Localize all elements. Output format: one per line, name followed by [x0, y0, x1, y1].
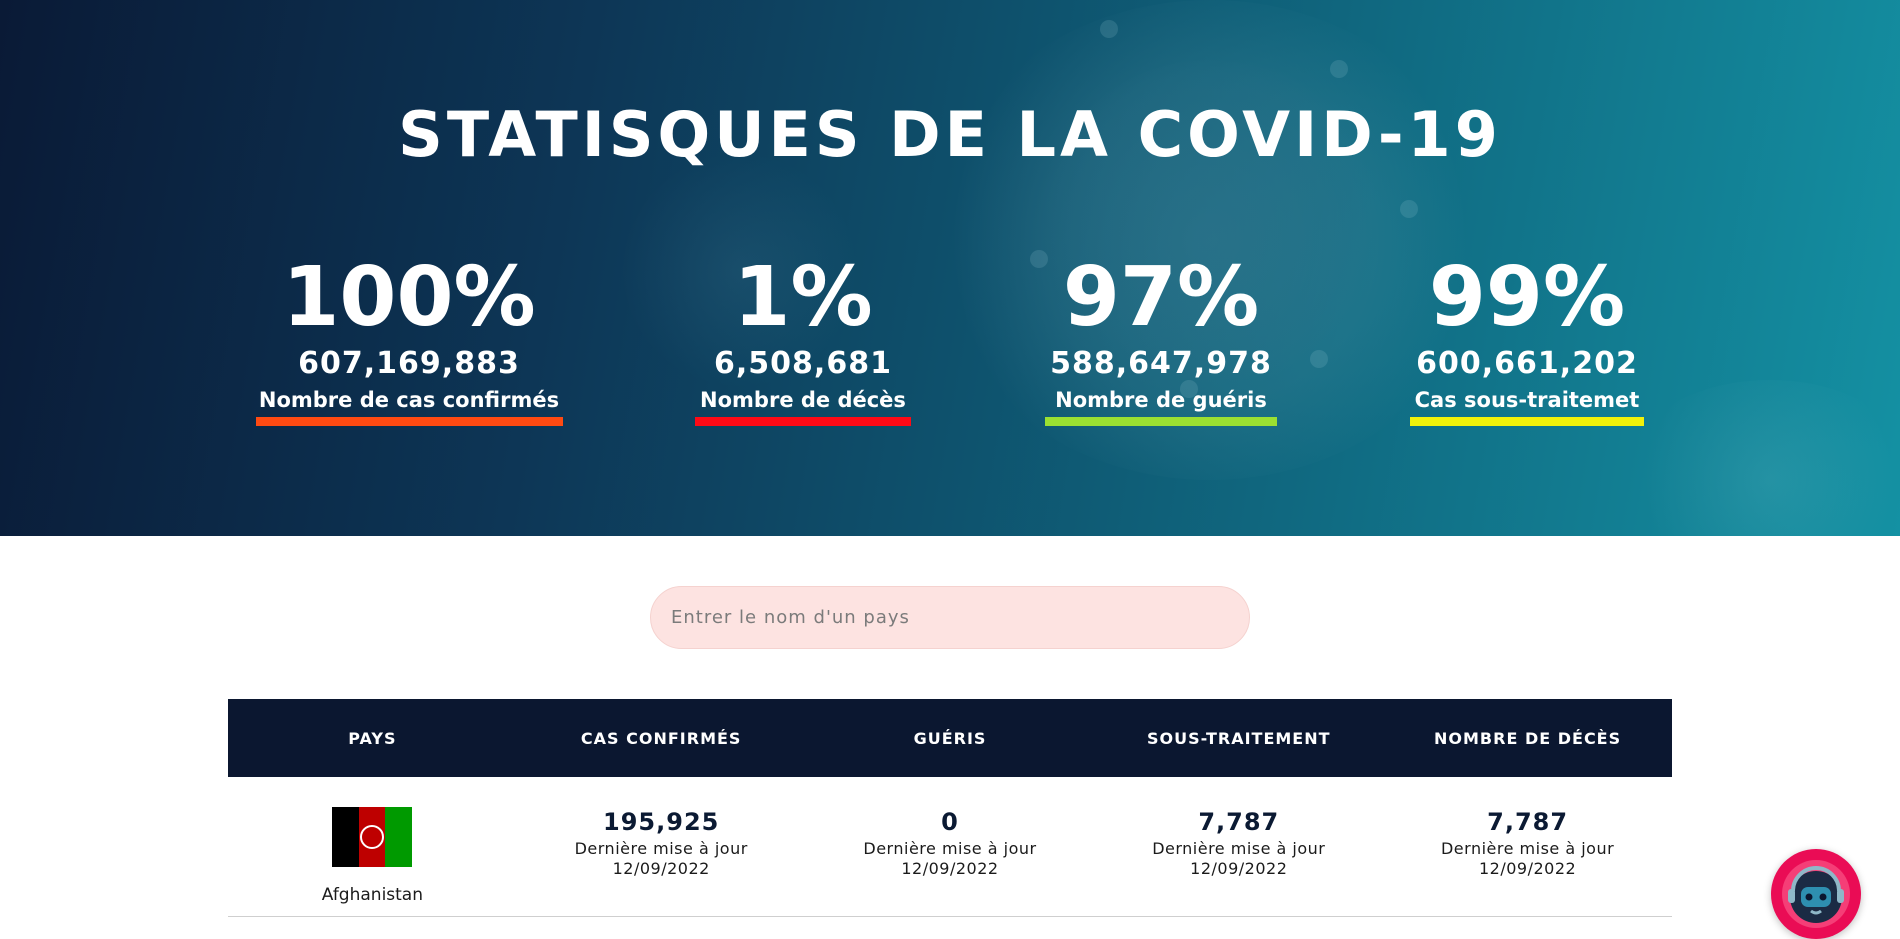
stat-confirmed-count: 607,169,883	[298, 346, 520, 381]
country-stats-table: PAYS CAS CONFIRMÉS GUÉRIS SOUS-TRAITEMEN…	[228, 699, 1672, 917]
table-cell-under-treatment: 7,787 Dernière mise à jour 12/09/2022	[1094, 777, 1383, 916]
country-name: Afghanistan	[321, 885, 423, 905]
last-update-label: Dernière mise à jour	[1152, 839, 1326, 858]
stat-under-treatment-count: 600,661,202	[1416, 346, 1638, 381]
stat-recovered-percent: 97%	[1062, 250, 1260, 345]
table-cell-recovered: 0 Dernière mise à jour 12/09/2022	[806, 777, 1095, 916]
last-update-label: Dernière mise à jour	[574, 839, 748, 858]
column-header-deaths[interactable]: NOMBRE DE DÉCÈS	[1383, 699, 1672, 777]
flag-emblem-icon	[360, 825, 384, 849]
stat-deaths-label: Nombre de décès	[700, 388, 906, 412]
stat-confirmed-percent: 100%	[282, 250, 536, 345]
stat-under-treatment-percent: 99%	[1428, 250, 1626, 345]
column-header-country[interactable]: PAYS	[228, 699, 517, 777]
stat-recovered-underline	[1045, 417, 1277, 426]
last-update-date: 12/09/2022	[1190, 859, 1288, 878]
table-row[interactable]: Afghanistan 195,925 Dernière mise à jour…	[228, 777, 1672, 917]
stat-confirmed-underline	[255, 417, 563, 426]
under-treatment-value: 7,787	[1198, 808, 1280, 836]
table-cell-deaths: 7,787 Dernière mise à jour 12/09/2022	[1383, 777, 1672, 916]
column-header-recovered[interactable]: GUÉRIS	[806, 699, 1095, 777]
column-header-confirmed[interactable]: CAS CONFIRMÉS	[517, 699, 806, 777]
stat-under-treatment-underline	[1410, 417, 1644, 426]
stat-deaths-percent: 1%	[733, 250, 873, 345]
column-header-under-treatment[interactable]: SOUS-TRAITEMENT	[1094, 699, 1383, 777]
stat-recovered-label: Nombre de guéris	[1055, 388, 1267, 412]
stat-deaths: 1% 6,508,681 Nombre de décès	[690, 250, 916, 426]
table-cell-confirmed: 195,925 Dernière mise à jour 12/09/2022	[517, 777, 806, 916]
recovered-value: 0	[941, 808, 959, 836]
last-update-label: Dernière mise à jour	[863, 839, 1037, 858]
chatbot-button[interactable]	[1771, 849, 1861, 939]
stat-recovered: 97% 588,647,978 Nombre de guéris	[1038, 250, 1284, 426]
stat-recovered-count: 588,647,978	[1050, 346, 1272, 381]
confirmed-value: 195,925	[603, 808, 720, 836]
page-title: STATISQUES DE LA COVID-19	[398, 98, 1502, 171]
stat-deaths-count: 6,508,681	[714, 346, 892, 381]
virus-background-blur-right	[1620, 380, 1900, 536]
stat-confirmed: 100% 607,169,883 Nombre de cas confirmés	[254, 250, 564, 426]
deaths-value: 7,787	[1487, 808, 1569, 836]
robot-icon	[1782, 860, 1850, 928]
last-update-date: 12/09/2022	[612, 859, 710, 878]
hero-banner: STATISQUES DE LA COVID-19 100% 607,169,8…	[0, 0, 1900, 536]
stat-deaths-underline	[695, 417, 911, 426]
last-update-label: Dernière mise à jour	[1440, 839, 1615, 858]
last-update-date: 12/09/2022	[901, 859, 999, 878]
stat-under-treatment-label: Cas sous-traitemet	[1414, 388, 1640, 412]
stat-under-treatment: 99% 600,661,202 Cas sous-traitemet	[1400, 250, 1654, 426]
afghanistan-flag-icon	[332, 807, 413, 867]
table-header: PAYS CAS CONFIRMÉS GUÉRIS SOUS-TRAITEMEN…	[228, 699, 1672, 777]
last-update-date: 12/09/2022	[1478, 859, 1577, 878]
stat-confirmed-label: Nombre de cas confirmés	[258, 388, 560, 412]
country-search-input[interactable]	[650, 586, 1250, 649]
